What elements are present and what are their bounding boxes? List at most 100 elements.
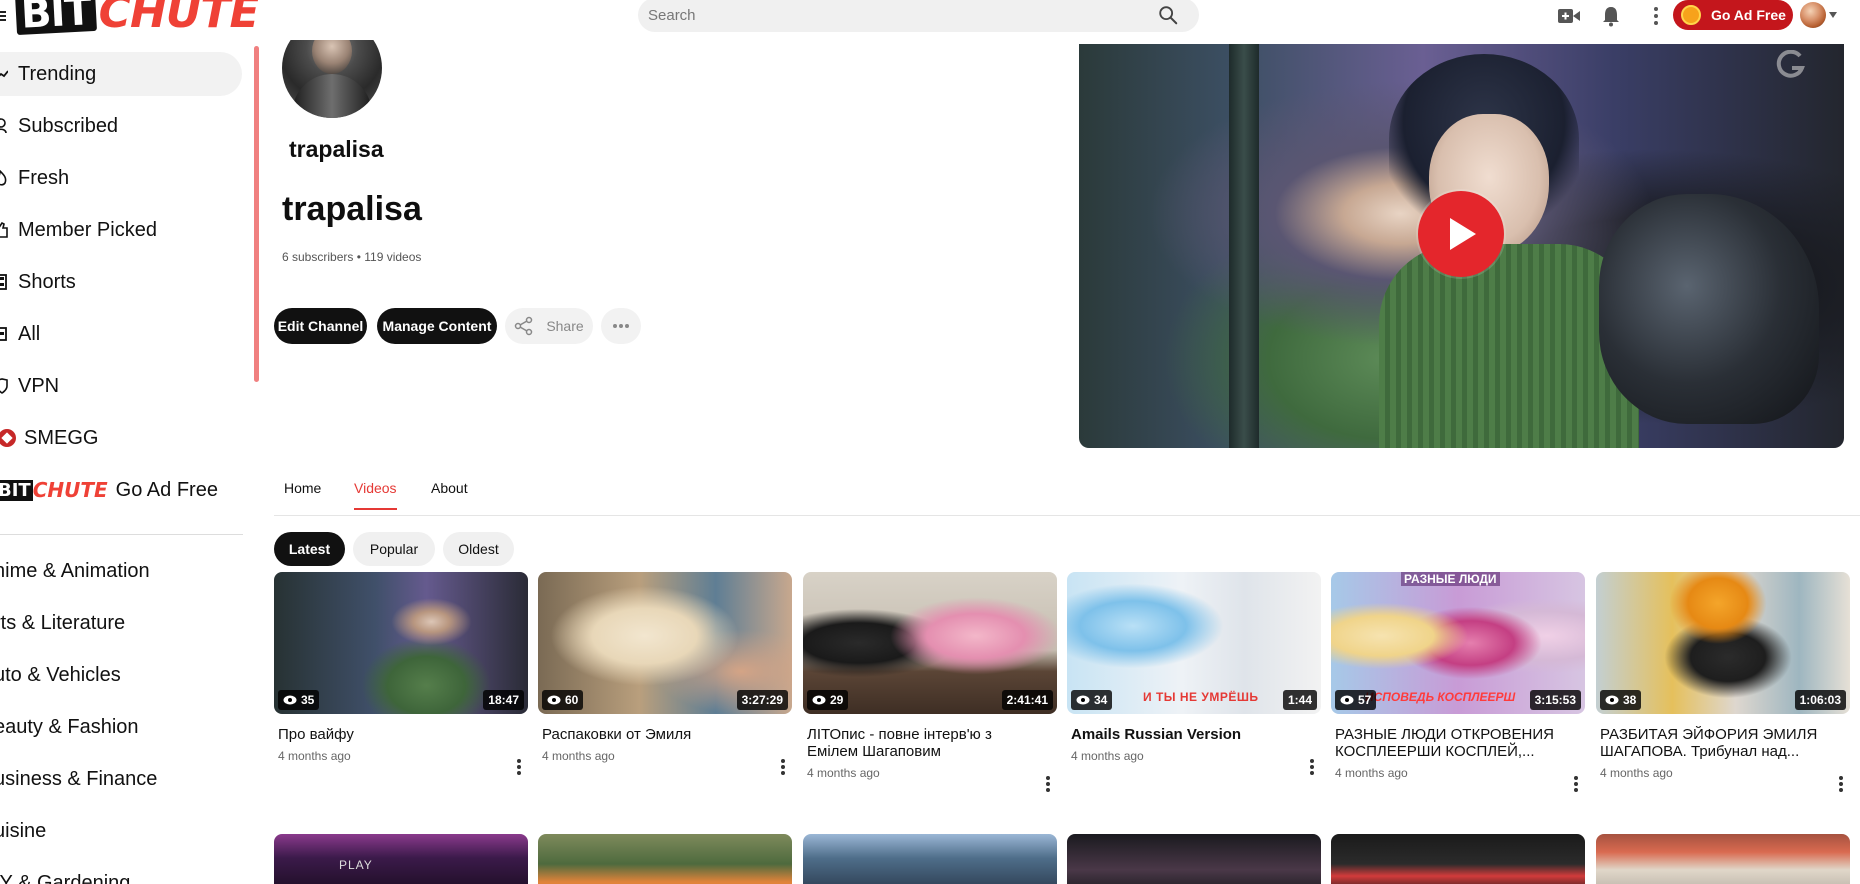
sidebar-item-label: Subscribed bbox=[18, 114, 119, 137]
sidebar-item-smegg[interactable]: SMEGG bbox=[0, 416, 242, 460]
sidebar-category-business[interactable]: usiness & Finance bbox=[0, 768, 157, 791]
video-thumbnail[interactable]: 35 18:47 bbox=[274, 572, 528, 714]
video-thumbnail[interactable] bbox=[1331, 834, 1585, 884]
eye-icon bbox=[1340, 695, 1354, 705]
view-count-badge: 38 bbox=[1600, 690, 1642, 710]
video-card[interactable]: 29 2:41:41 ЛІТОпис - повне інтерв'ю з Ем… bbox=[803, 572, 1057, 792]
video-thumbnail[interactable]: 29 2:41:41 bbox=[803, 572, 1057, 714]
go-ad-free-button[interactable]: Go Ad Free bbox=[1673, 0, 1793, 30]
mini-logo-bit: BIT bbox=[0, 479, 33, 501]
fresh-icon bbox=[0, 168, 10, 188]
video-title[interactable]: РАЗНЫЕ ЛЮДИ ОТКРОВЕНИЯ КОСПЛЕЕРШИ КОСПЛЕ… bbox=[1335, 726, 1575, 760]
tab-videos[interactable]: Videos bbox=[354, 480, 397, 510]
sidebar-item-label: All bbox=[18, 322, 41, 345]
sidebar-category-auto[interactable]: uto & Vehicles bbox=[0, 664, 121, 687]
eye-icon bbox=[812, 695, 826, 705]
manage-content-button[interactable]: Manage Content bbox=[377, 308, 497, 344]
video-options-icon[interactable] bbox=[1838, 775, 1844, 793]
sidebar-item-shorts[interactable]: Shorts bbox=[0, 260, 242, 304]
sidebar-category-anime[interactable]: nime & Animation bbox=[0, 560, 150, 583]
more-options-icon[interactable] bbox=[1644, 4, 1668, 28]
sort-latest-chip[interactable]: Latest bbox=[274, 532, 345, 566]
sort-popular-chip[interactable]: Popular bbox=[353, 532, 435, 566]
video-card[interactable]: 60 3:27:29 Распаковки от Эмиля 4 months … bbox=[538, 572, 792, 775]
logo-bit: BIT bbox=[15, 0, 97, 38]
video-options-icon[interactable] bbox=[516, 758, 522, 776]
mini-logo-chute: CHUTE bbox=[32, 478, 108, 502]
video-thumbnail[interactable] bbox=[1596, 834, 1850, 884]
user-avatar[interactable] bbox=[1800, 2, 1826, 28]
video-card[interactable]: 38 1:06:03 РАЗБИТАЯ ЭЙФОРИЯ ЭМИЛЯ ШАГАПО… bbox=[1596, 572, 1850, 792]
video-card[interactable]: РАЗНЫЕ ЛЮДИ ИСПОВЕДЬ КОСПЛЕЕРШ 57 3:15:5… bbox=[1331, 572, 1585, 792]
bitchute-logo-icon: BIT CHUTE bbox=[0, 478, 108, 502]
shorts-icon bbox=[0, 272, 10, 292]
video-title[interactable]: РАЗБИТАЯ ЭЙФОРИЯ ЭМИЛЯ ШАГАПОВА. Трибуна… bbox=[1600, 726, 1840, 760]
video-thumbnail[interactable]: 60 3:27:29 bbox=[538, 572, 792, 714]
video-card[interactable]: 35 18:47 Про вайфу 4 months ago bbox=[274, 572, 528, 775]
video-options-icon[interactable] bbox=[780, 758, 786, 776]
vpn-icon bbox=[0, 376, 10, 396]
video-thumbnail[interactable]: И ТЫ НЕ УМРЁШЬ 34 1:44 bbox=[1067, 572, 1321, 714]
sidebar-item-subscribed[interactable]: Subscribed bbox=[0, 104, 242, 148]
member-picked-icon bbox=[0, 220, 10, 240]
video-thumbnail[interactable]: 38 1:06:03 bbox=[1596, 572, 1850, 714]
video-thumbnail[interactable] bbox=[538, 834, 792, 884]
video-age: 4 months ago bbox=[1071, 749, 1144, 763]
notifications-bell-icon[interactable] bbox=[1599, 4, 1623, 28]
view-count: 57 bbox=[1358, 693, 1372, 707]
video-title[interactable]: Amails Russian Version bbox=[1071, 726, 1311, 743]
more-horizontal-icon bbox=[613, 324, 629, 328]
sidebar-item-all[interactable]: All bbox=[0, 312, 242, 356]
trending-icon bbox=[0, 64, 10, 84]
video-thumbnail[interactable]: PLAY bbox=[274, 834, 528, 884]
video-age: 4 months ago bbox=[807, 766, 880, 780]
bitchute-logo[interactable]: BIT CHUTE bbox=[15, 0, 260, 38]
video-age: 4 months ago bbox=[278, 749, 351, 763]
video-card[interactable]: И ТЫ НЕ УМРЁШЬ 34 1:44 Amails Russian Ve… bbox=[1067, 572, 1321, 775]
video-thumbnail[interactable] bbox=[803, 834, 1057, 884]
view-count: 38 bbox=[1623, 693, 1637, 707]
video-options-icon[interactable] bbox=[1573, 775, 1579, 793]
eye-icon bbox=[547, 695, 561, 705]
view-count-badge: 60 bbox=[542, 690, 584, 710]
thumbnail-overlay-text: PLAY bbox=[339, 858, 373, 872]
tab-home[interactable]: Home bbox=[284, 480, 321, 508]
sidebar-item-go-ad-free[interactable]: BIT CHUTE Go Ad Free bbox=[0, 468, 242, 512]
view-count: 35 bbox=[301, 693, 315, 707]
sidebar-item-trending[interactable]: Trending bbox=[0, 52, 242, 96]
edit-channel-button[interactable]: Edit Channel bbox=[274, 308, 367, 344]
tab-about[interactable]: About bbox=[431, 480, 468, 508]
sidebar-category-beauty[interactable]: eauty & Fashion bbox=[0, 716, 139, 739]
menu-icon[interactable] bbox=[0, 9, 8, 23]
share-icon bbox=[515, 316, 533, 336]
upload-video-icon[interactable] bbox=[1557, 4, 1581, 28]
view-count: 60 bbox=[565, 693, 579, 707]
search-icon[interactable] bbox=[1157, 4, 1179, 26]
sort-oldest-chip[interactable]: Oldest bbox=[443, 532, 514, 566]
duration-badge: 18:47 bbox=[483, 690, 524, 710]
top-bar: BIT CHUTE Go Ad Free bbox=[0, 0, 1860, 40]
sidebar-item-member-picked[interactable]: Member Picked bbox=[0, 208, 242, 252]
video-title[interactable]: Распаковки от Эмиля bbox=[542, 726, 782, 743]
search-input[interactable] bbox=[648, 0, 1128, 32]
share-label: Share bbox=[546, 318, 584, 334]
sidebar-category-cuisine[interactable]: uisine bbox=[0, 820, 46, 843]
chevron-down-icon[interactable] bbox=[1829, 12, 1837, 18]
view-count: 34 bbox=[1094, 693, 1108, 707]
video-title[interactable]: ЛІТОпис - повне інтерв'ю з Емілем Шагапо… bbox=[807, 726, 1047, 760]
video-options-icon[interactable] bbox=[1309, 758, 1315, 776]
video-options-icon[interactable] bbox=[1045, 775, 1051, 793]
sidebar-category-arts[interactable]: rts & Literature bbox=[0, 612, 125, 635]
more-actions-button[interactable] bbox=[601, 308, 641, 344]
video-thumbnail[interactable]: РАЗНЫЕ ЛЮДИ ИСПОВЕДЬ КОСПЛЕЕРШ 57 3:15:5… bbox=[1331, 572, 1585, 714]
sidebar-item-fresh[interactable]: Fresh bbox=[0, 156, 242, 200]
sidebar-item-label: Go Ad Free bbox=[115, 478, 218, 501]
sidebar-category-diy[interactable]: IY & Gardening bbox=[0, 872, 130, 884]
sidebar-item-vpn[interactable]: VPN bbox=[0, 364, 242, 408]
share-button[interactable]: Share bbox=[505, 308, 593, 344]
eye-icon bbox=[1076, 695, 1090, 705]
play-button[interactable] bbox=[1418, 191, 1504, 277]
sidebar-scrollbar[interactable] bbox=[254, 46, 259, 382]
video-title[interactable]: Про вайфу bbox=[278, 726, 518, 743]
video-thumbnail[interactable] bbox=[1067, 834, 1321, 884]
